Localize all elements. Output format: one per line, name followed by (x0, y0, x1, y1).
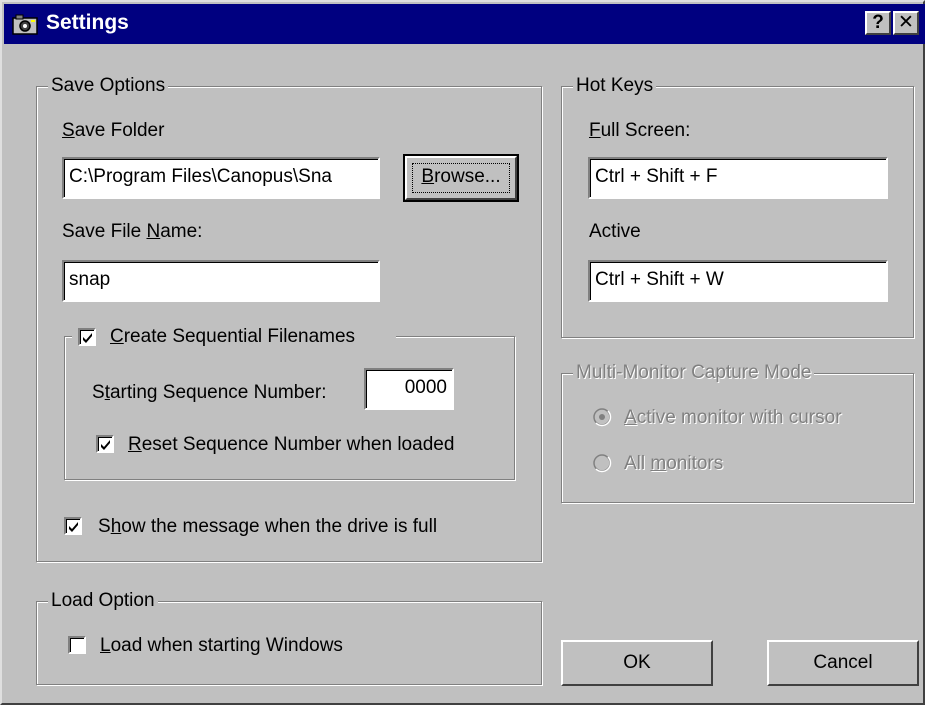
sequential-filenames-header[interactable]: Create Sequential Filenames (72, 324, 396, 350)
camera-icon (12, 14, 38, 35)
starting-sequence-input[interactable]: 0000 (364, 368, 454, 410)
show-message-label[interactable]: Show the message when the drive is full (98, 516, 437, 538)
save-file-name-label: Save File Name: (62, 221, 203, 242)
show-message-checkbox[interactable] (64, 517, 82, 535)
reset-sequence-checkbox[interactable] (96, 435, 114, 453)
save-folder-input[interactable]: C:\Program Files\Canopus\Sna (62, 157, 380, 199)
window-title: Settings (46, 11, 129, 34)
ok-button[interactable]: OK (561, 640, 713, 686)
load-on-startup-checkbox[interactable] (68, 636, 86, 654)
reset-sequence-label[interactable]: Reset Sequence Number when loaded (128, 434, 454, 456)
full-screen-hotkey-input[interactable]: Ctrl + Shift + F (588, 157, 888, 199)
title-bar[interactable]: Settings ? ✕ (4, 4, 925, 44)
checkmark-icon (69, 522, 78, 532)
settings-dialog: Settings ? ✕ Save Options Save Folder C:… (0, 0, 925, 705)
create-sequential-label: Create Sequential Filenames (110, 326, 356, 347)
browse-button[interactable]: Browse... (403, 154, 519, 202)
multi-monitor-group-label: Multi-Monitor Capture Mode (573, 362, 815, 384)
active-label: Active (589, 221, 641, 242)
load-option-group-label: Load Option (48, 590, 158, 612)
close-button[interactable]: ✕ (893, 11, 919, 35)
focus-rect (412, 163, 510, 193)
checkmark-icon (101, 440, 110, 450)
save-options-group-label: Save Options (48, 75, 169, 97)
active-monitor-radio[interactable] (592, 407, 612, 427)
starting-sequence-label: Starting Sequence Number: (92, 382, 327, 403)
cancel-button[interactable]: Cancel (767, 640, 919, 686)
checkmark-icon (83, 333, 92, 343)
full-screen-label: Full Screen: (589, 120, 691, 141)
multi-monitor-group (561, 373, 914, 503)
all-monitors-label: All monitors (624, 453, 724, 474)
hot-keys-group-label: Hot Keys (573, 75, 657, 97)
active-hotkey-input[interactable]: Ctrl + Shift + W (588, 260, 888, 302)
load-on-startup-label[interactable]: Load when starting Windows (100, 635, 343, 657)
help-button[interactable]: ? (865, 11, 891, 35)
create-sequential-checkbox[interactable] (78, 328, 96, 346)
save-file-name-input[interactable]: snap (62, 260, 380, 302)
save-folder-label: Save Folder (62, 120, 165, 141)
active-monitor-label: Active monitor with cursor (624, 407, 842, 428)
all-monitors-radio[interactable] (592, 453, 612, 473)
